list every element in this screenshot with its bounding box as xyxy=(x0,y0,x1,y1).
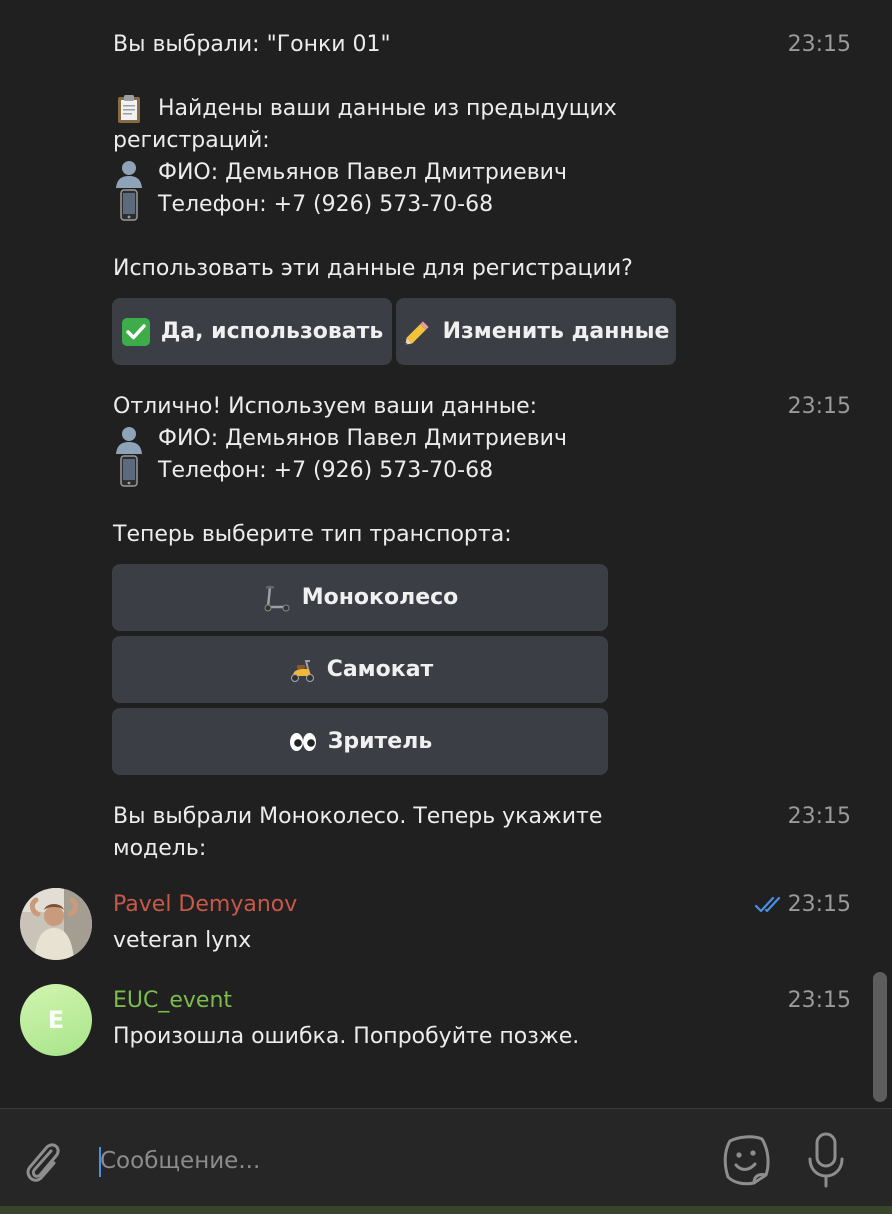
avatar[interactable] xyxy=(20,888,92,960)
message-time: 23:15 xyxy=(787,988,851,1013)
message-time: 23:15 xyxy=(787,394,851,419)
message-text: регистраций: xyxy=(113,128,270,153)
edit-data-button[interactable]: Изменить данные xyxy=(396,298,676,365)
fio-text: ФИО: Демьянов Павел Дмитриевич xyxy=(158,160,567,185)
edit-data-button-label: Изменить данные xyxy=(442,319,670,344)
message-text: Телефон: +7 (926) 573-70-68 xyxy=(113,189,493,221)
monowheel-button-label: Моноколесо xyxy=(301,585,459,610)
sticker-icon[interactable] xyxy=(718,1131,774,1189)
microphone-icon[interactable] xyxy=(804,1131,848,1191)
fio-text: ФИО: Демьянов Павел Дмитриевич xyxy=(158,426,567,451)
avatar[interactable]: E xyxy=(20,984,92,1056)
message-input[interactable] xyxy=(100,1141,680,1181)
use-data-button-label: Да, использовать xyxy=(160,319,384,344)
motor-scooter-icon xyxy=(287,655,317,685)
message-time: 23:15 xyxy=(787,892,851,917)
phone-text: Телефон: +7 (926) 573-70-68 xyxy=(158,192,494,217)
sender-name[interactable]: Pavel Demyanov xyxy=(113,889,297,921)
message-text: Теперь выберите тип транспорта: xyxy=(113,522,512,547)
mobile-phone-icon xyxy=(113,455,145,487)
viewer-button[interactable]: Зритель xyxy=(112,708,608,775)
clipboard-icon xyxy=(113,93,145,125)
monowheel-button[interactable]: Моноколесо xyxy=(112,564,608,631)
message-time: 23:15 xyxy=(787,32,851,57)
message-text: Вы выбрали: "Гонки 01" xyxy=(113,32,391,57)
phone-text: Телефон: +7 (926) 573-70-68 xyxy=(158,458,494,483)
mobile-phone-icon xyxy=(113,189,145,221)
message-text: veteran lynx xyxy=(113,928,252,953)
chat-area: Вы выбрали: "Гонки 01" 23:15 Найдены ваш… xyxy=(0,0,892,1108)
paperclip-icon[interactable] xyxy=(18,1133,66,1189)
message-text: Вы выбрали Моноколесо. Теперь укажите xyxy=(113,804,603,829)
chat-scrollbar[interactable] xyxy=(873,972,887,1102)
message-text: Отлично! Используем ваши данные: xyxy=(113,394,538,419)
message-time: 23:15 xyxy=(787,804,851,829)
message-text: ФИО: Демьянов Павел Дмитриевич xyxy=(113,423,567,455)
viewer-button-label: Зритель xyxy=(327,729,433,754)
check-mark-button-icon xyxy=(121,317,151,347)
person-icon xyxy=(113,157,145,189)
message-text: Телефон: +7 (926) 573-70-68 xyxy=(113,455,493,487)
pencil-icon xyxy=(403,317,433,347)
sender-name[interactable]: EUC_event xyxy=(113,985,232,1017)
eyes-icon xyxy=(288,727,318,757)
message-composer xyxy=(0,1108,892,1214)
message-text-found: Найдены ваши данные из предыдущих xyxy=(158,96,617,121)
double-check-icon xyxy=(754,894,784,916)
scooter-button[interactable]: Самокат xyxy=(112,636,608,703)
window-bottom-strip xyxy=(0,1206,892,1214)
person-icon xyxy=(113,423,145,455)
use-data-button[interactable]: Да, использовать xyxy=(112,298,392,365)
message-text: Использовать эти данные для регистрации? xyxy=(113,256,633,281)
message-text: ФИО: Демьянов Павел Дмитриевич xyxy=(113,157,567,189)
kick-scooter-icon xyxy=(262,583,292,613)
message-text: модель: xyxy=(113,836,207,861)
message-text: Произошла ошибка. Попробуйте позже. xyxy=(113,1024,580,1049)
message-text: Найдены ваши данные из предыдущих xyxy=(113,93,617,125)
avatar-letter: E xyxy=(47,1006,65,1034)
scooter-button-label: Самокат xyxy=(326,657,434,682)
